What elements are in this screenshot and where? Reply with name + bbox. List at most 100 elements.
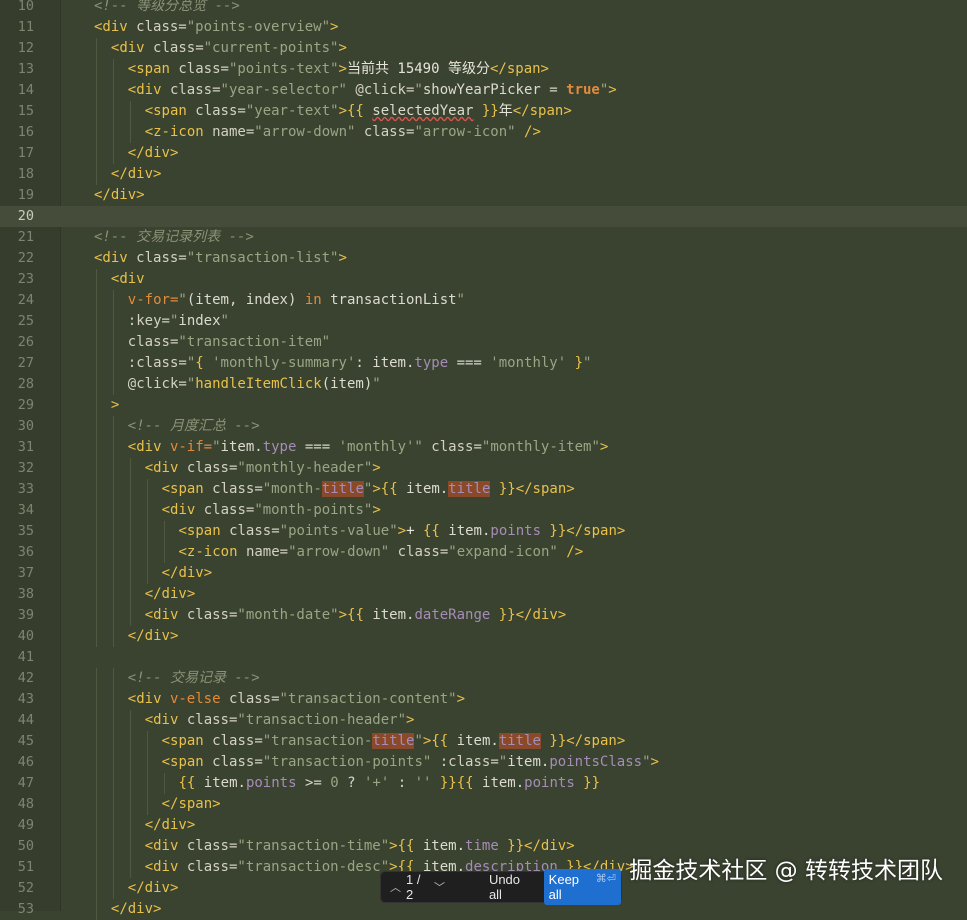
code-line[interactable]: 44 <div class="transaction-header"> — [0, 710, 967, 731]
code-line[interactable]: 16 <z-icon name="arrow-down" class="arrow… — [0, 122, 967, 143]
code-token: class= — [136, 19, 187, 35]
code-text: <!-- 交易记录 --> — [128, 668, 260, 689]
code-token: {{ — [347, 103, 373, 119]
code-text: <div class="transaction-list"> — [94, 248, 347, 269]
code-line[interactable]: 13 <span class="points-text">当前共 15490 等级… — [0, 59, 967, 80]
indent-guide — [146, 563, 148, 584]
keep-all-button[interactable]: Keep all ⌘⏎ — [543, 869, 621, 905]
code-line[interactable]: 34 <div class="month-points"> — [0, 500, 967, 521]
code-token: > — [608, 82, 617, 98]
code-text: <div class="points-overview"> — [94, 17, 338, 38]
code-token: in — [304, 292, 322, 308]
undo-all-button[interactable]: Undo all — [489, 872, 535, 902]
code-line[interactable]: 47{{ item.points >= 0 ? '+' : '' }}{{ it… — [0, 773, 967, 794]
code-token: </span> — [512, 103, 572, 119]
code-token: transactionList — [321, 292, 457, 308]
code-token: <div — [144, 460, 187, 476]
code-token: "arrow-down" — [254, 124, 356, 140]
code-token: "transaction-points" — [262, 754, 432, 770]
code-line[interactable]: 36 <z-icon name="arrow-down" class="expan… — [0, 542, 967, 563]
code-token: <span — [178, 523, 230, 539]
code-text: :class="{ 'monthly-summary': item.type =… — [128, 353, 592, 374]
code-line[interactable]: 29 > — [0, 395, 967, 416]
code-text: class="transaction-item" — [128, 332, 330, 353]
code-line[interactable]: 21 <!-- 交易记录列表 --> — [0, 227, 967, 248]
line-number: 45 — [17, 733, 34, 749]
code-token: class= — [389, 544, 449, 560]
change-navigator[interactable]: ︿ 1 / 2 ﹀ — [390, 872, 445, 902]
code-line[interactable]: 17 </div> — [0, 143, 967, 164]
code-line[interactable]: 27:class="{ 'monthly-summary': item.type… — [0, 353, 967, 374]
code-line[interactable]: 35 <span class="points-value">+ {{ item.p… — [0, 521, 967, 542]
code-token: <div — [127, 82, 170, 98]
indent-guide — [129, 773, 131, 794]
code-line[interactable]: 40 </div> — [0, 626, 967, 647]
code-token: <div — [127, 691, 170, 707]
code-line[interactable]: 41 — [0, 647, 967, 668]
code-line[interactable]: 31 <div v-if="item.type === 'monthly'" cl… — [0, 437, 967, 458]
code-editor[interactable]: 10 <!-- 等级分总览 --> 11 <div class="points-ove… — [0, 0, 967, 920]
code-line[interactable]: 22 <div class="transaction-list"> — [0, 248, 967, 269]
code-text: </div> — [145, 584, 196, 605]
indent-guide — [96, 584, 97, 605]
code-line[interactable]: 39 <div class="month-date">{{ item.dateRa… — [0, 605, 967, 626]
code-line[interactable]: 14 <div class="year-selector" @click="sho… — [0, 80, 967, 101]
code-line[interactable]: 33 <span class="month-title">{{ item.titl… — [0, 479, 967, 500]
indent-guide — [96, 752, 97, 773]
indent-guide — [112, 311, 114, 332]
code-token: item. — [422, 838, 466, 854]
code-line[interactable]: 37 </div> — [0, 563, 967, 584]
code-token: class= — [169, 82, 221, 98]
code-token: <div — [144, 712, 187, 728]
code-line[interactable]: 30 <!-- 月度汇总 --> — [0, 416, 967, 437]
code-token: === — [448, 355, 491, 371]
code-token: </div> — [144, 586, 196, 602]
line-number: 20 — [17, 208, 34, 224]
indent-guide — [163, 773, 165, 794]
code-line[interactable]: 32 <div class="monthly-header"> — [0, 458, 967, 479]
code-line[interactable]: 10 <!-- 等级分总览 --> — [0, 0, 967, 17]
code-line[interactable]: 46 <span class="transaction-points" :clas… — [0, 752, 967, 773]
code-line[interactable]: 18 </div> — [0, 164, 967, 185]
code-line[interactable]: 45 <span class="transaction-title">{{ ite… — [0, 731, 967, 752]
line-number: 31 — [17, 439, 34, 455]
code-token: "monthly-header" — [237, 460, 373, 476]
code-line[interactable]: 25:key="index" — [0, 311, 967, 332]
indent-guide — [129, 563, 131, 584]
code-line[interactable]: 20 — [0, 206, 967, 227]
line-number: 29 — [17, 397, 34, 413]
chevron-up-icon[interactable]: ︿ — [390, 879, 401, 895]
code-line[interactable]: 26 class="transaction-item" — [0, 332, 967, 353]
keep-all-label: Keep all — [548, 872, 580, 902]
indent-guide — [112, 101, 114, 122]
indent-guide — [96, 290, 97, 311]
code-line[interactable]: 38 </div> — [0, 584, 967, 605]
line-number: 42 — [17, 670, 34, 686]
code-line[interactable]: 42 <!-- 交易记录 --> — [0, 668, 967, 689]
code-line[interactable]: 24 v-for="(item, index) in transactionLis… — [0, 290, 967, 311]
code-token: class= — [212, 733, 263, 749]
indent-guide — [96, 80, 97, 101]
code-line[interactable]: 49 </div> — [0, 815, 967, 836]
line-number: 22 — [17, 250, 34, 266]
line-number: 37 — [17, 565, 34, 581]
code-line[interactable]: 23 <div — [0, 269, 967, 290]
indent-guide — [129, 752, 131, 773]
code-line[interactable]: 19 </div> — [0, 185, 967, 206]
code-token: }} — [490, 607, 516, 623]
code-line[interactable]: 11 <div class="points-overview"> — [0, 17, 967, 38]
code-line[interactable]: 15 <span class="year-text">{{ selectedYea… — [0, 101, 967, 122]
indent-guide — [112, 500, 114, 521]
code-line[interactable]: 43 <div v-else class="transaction-content… — [0, 689, 967, 710]
code-token: " — [642, 754, 651, 770]
code-token: v-for= — [127, 292, 179, 308]
code-token: "points-text" — [228, 61, 339, 77]
code-token: <!-- 等级分总览 --> — [94, 0, 240, 14]
code-token: '+' — [363, 775, 390, 791]
code-line[interactable]: 48 </span> — [0, 794, 967, 815]
code-line[interactable]: 12 <div class="current-points"> — [0, 38, 967, 59]
chevron-down-icon[interactable]: ﹀ — [434, 879, 445, 895]
indent-guide — [112, 857, 114, 878]
code-token: " — [212, 439, 221, 455]
code-line[interactable]: 28 @click="handleItemClick(item)" — [0, 374, 967, 395]
